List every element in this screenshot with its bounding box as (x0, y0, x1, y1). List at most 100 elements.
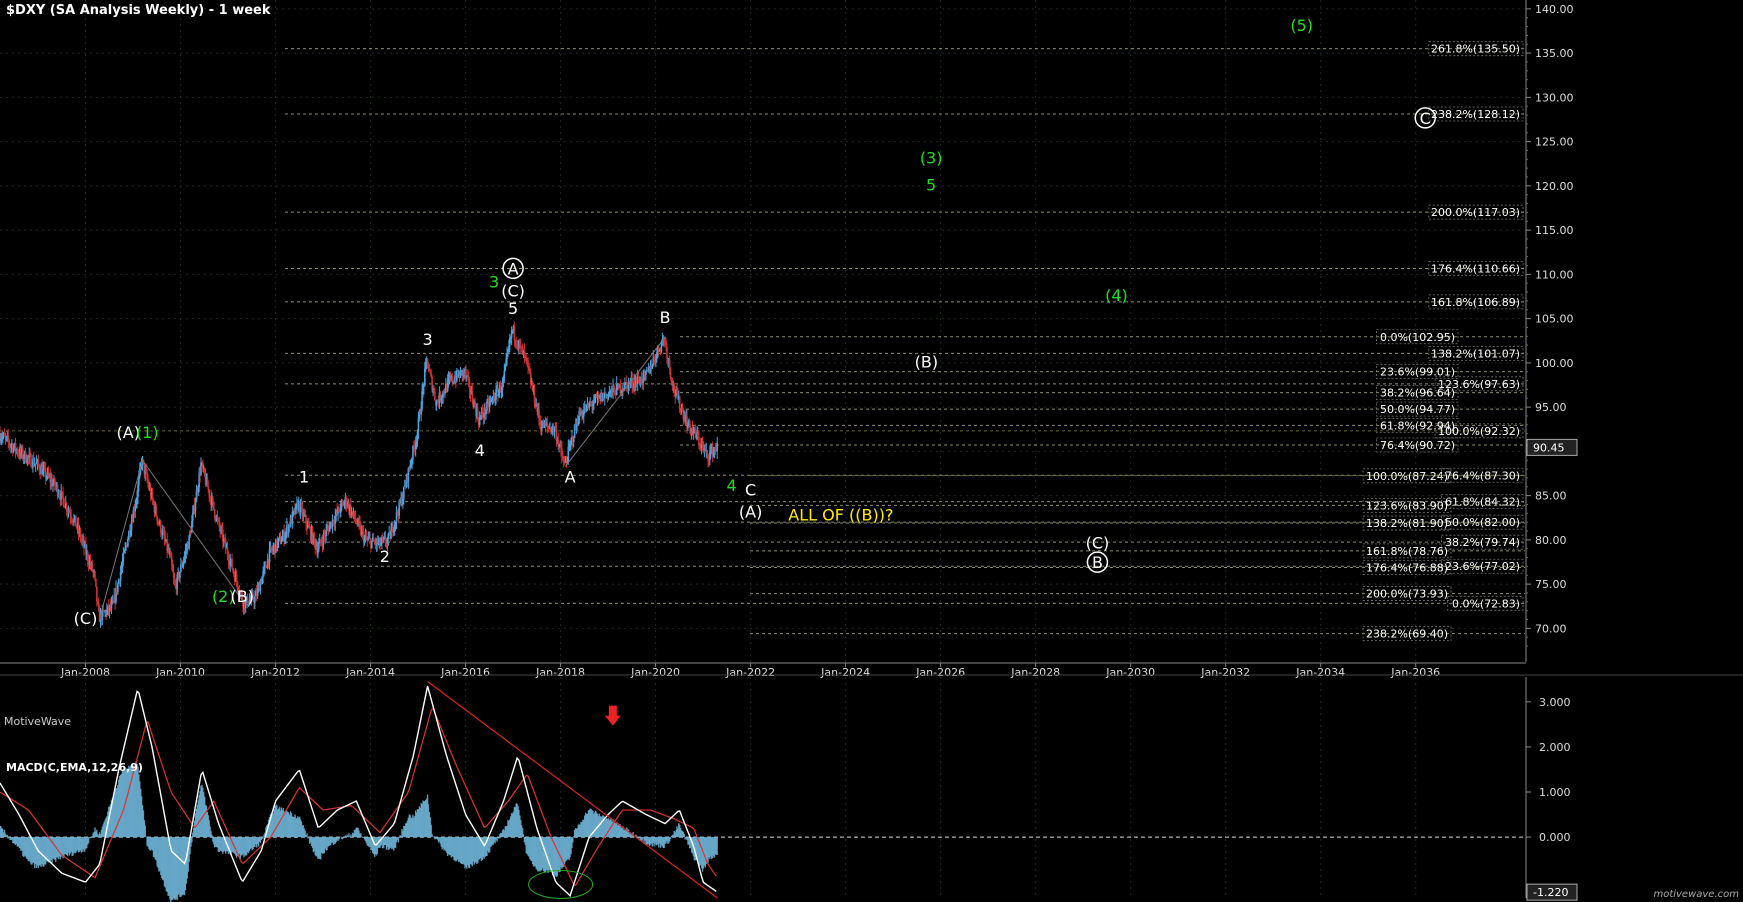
wave-label: 3 (489, 273, 499, 292)
wave-label: 4 (475, 441, 485, 460)
candle-body (403, 486, 405, 499)
candle-body (678, 395, 681, 410)
wave-label: (A) (739, 503, 762, 522)
fib-label: 76.4%(87.30) (1445, 469, 1520, 482)
candle-body (669, 368, 672, 378)
time-tick-label: Jan-2028 (1010, 666, 1060, 679)
fib-label: 23.6%(77.02) (1445, 560, 1520, 573)
candle-body (94, 571, 96, 579)
fib-label: 0.0%(102.95) (1380, 331, 1455, 344)
price-tick-label: 140.00 (1535, 3, 1574, 16)
price-tick-label: 100.00 (1535, 357, 1574, 370)
fib-label: 138.2%(81.90) (1366, 517, 1448, 530)
price-tick-label: 120.00 (1535, 180, 1574, 193)
fib-label: 123.6%(83.90) (1366, 499, 1448, 512)
candle-body (625, 382, 628, 384)
price-tick-label: 135.00 (1535, 47, 1574, 60)
brand-label: MotiveWave (4, 715, 72, 728)
time-tick-label: Jan-2010 (155, 666, 205, 679)
candle-body (519, 344, 522, 347)
wave-label: (C) (501, 281, 525, 300)
candle-body (75, 515, 77, 527)
candle-body (208, 489, 211, 497)
fib-label: 50.0%(94.77) (1380, 403, 1455, 416)
fib-label: 200.0%(117.03) (1431, 206, 1520, 219)
candle-body (63, 498, 65, 508)
last-price-label: 90.45 (1533, 441, 1565, 454)
candle-body (716, 443, 718, 452)
candle-body (527, 360, 529, 367)
dxy-chart: 261.8%(135.50) 238.2%(128.12) 200.0%(117.0… (0, 0, 1743, 902)
macd-tick-label: 1.000 (1539, 786, 1571, 799)
wave-label: (1) (136, 423, 159, 442)
wave-label: A (508, 259, 519, 278)
candle-body (155, 506, 158, 517)
candle-body (390, 530, 392, 539)
price-tick-label: 85.00 (1535, 490, 1567, 503)
wave-label: (B) (915, 352, 938, 371)
fib-label: 138.2%(101.07) (1431, 347, 1520, 360)
footer-brand: motivewave.com (1653, 889, 1739, 900)
fib-label: 100.0%(92.32) (1438, 425, 1520, 438)
candle-body (212, 497, 214, 502)
time-tick-label: Jan-2024 (820, 666, 870, 679)
price-tick-label: 75.00 (1535, 578, 1567, 591)
time-tick-label: Jan-2034 (1295, 666, 1345, 679)
wave-label: 1 (299, 467, 309, 486)
candle-body (235, 574, 238, 582)
candle-body (254, 596, 256, 603)
price-tick-label: 70.00 (1535, 622, 1567, 635)
wave-label: 5 (926, 175, 936, 194)
candle-body (280, 541, 283, 544)
wave-label: 3 (422, 330, 432, 349)
macd-tick-label: 0.000 (1539, 831, 1571, 844)
macd-tick-label: 3.000 (1539, 696, 1571, 709)
wave-label: C (1420, 109, 1431, 128)
price-tick-label: 115.00 (1535, 224, 1574, 237)
wave-label: A (565, 467, 576, 486)
wave-label: (C) (74, 609, 98, 628)
time-tick-label: Jan-2026 (915, 666, 965, 679)
wave-label: 2 (380, 547, 390, 566)
time-tick-label: Jan-2012 (250, 666, 300, 679)
fib-label: 161.8%(106.89) (1431, 296, 1520, 309)
candle-body (179, 571, 181, 578)
candle-body (318, 543, 320, 550)
macd-tick-label: 2.000 (1539, 741, 1571, 754)
candle-body (194, 502, 197, 511)
wave-label: (C) (1086, 534, 1110, 553)
macd-last-value-label: -1.220 (1533, 886, 1568, 899)
price-tick-label: 80.00 (1535, 534, 1567, 547)
candle-body (156, 516, 158, 522)
wave-label: (3) (920, 149, 943, 168)
time-tick-label: Jan-2030 (1105, 666, 1155, 679)
wave-label: (4) (1105, 286, 1128, 305)
candle-body (117, 583, 119, 593)
candle-body (231, 558, 233, 569)
time-tick-label: Jan-2016 (440, 666, 490, 679)
fib-label: 61.8%(84.32) (1445, 496, 1520, 509)
time-tick-label: Jan-2022 (725, 666, 775, 679)
price-tick-label: 110.00 (1535, 268, 1574, 281)
candle-body (212, 501, 215, 510)
wave-label: C (745, 481, 756, 500)
time-tick-label: Jan-2036 (1390, 666, 1440, 679)
fib-label: 238.2%(69.40) (1366, 628, 1448, 641)
price-tick-label: 130.00 (1535, 91, 1574, 104)
wave-label: B (1092, 553, 1103, 572)
fib-label: 161.8%(78.76) (1366, 545, 1448, 558)
price-tick-label: 105.00 (1535, 313, 1574, 326)
wave-label: (B) (231, 587, 254, 606)
wave-label: ALL OF ((B))? (788, 505, 893, 524)
candle-body (95, 578, 97, 587)
candle-body (666, 347, 668, 359)
fib-label: 176.4%(76.88) (1366, 561, 1448, 574)
price-tick-label: 95.00 (1535, 401, 1567, 414)
wave-label: 5 (508, 299, 518, 318)
fib-label: 38.2%(96.64) (1380, 387, 1455, 400)
candle-body (572, 437, 575, 442)
candle-body (122, 552, 125, 562)
fib-label: 100.0%(87.24) (1366, 470, 1448, 483)
time-tick-label: Jan-2032 (1200, 666, 1250, 679)
candle-body (503, 370, 506, 379)
